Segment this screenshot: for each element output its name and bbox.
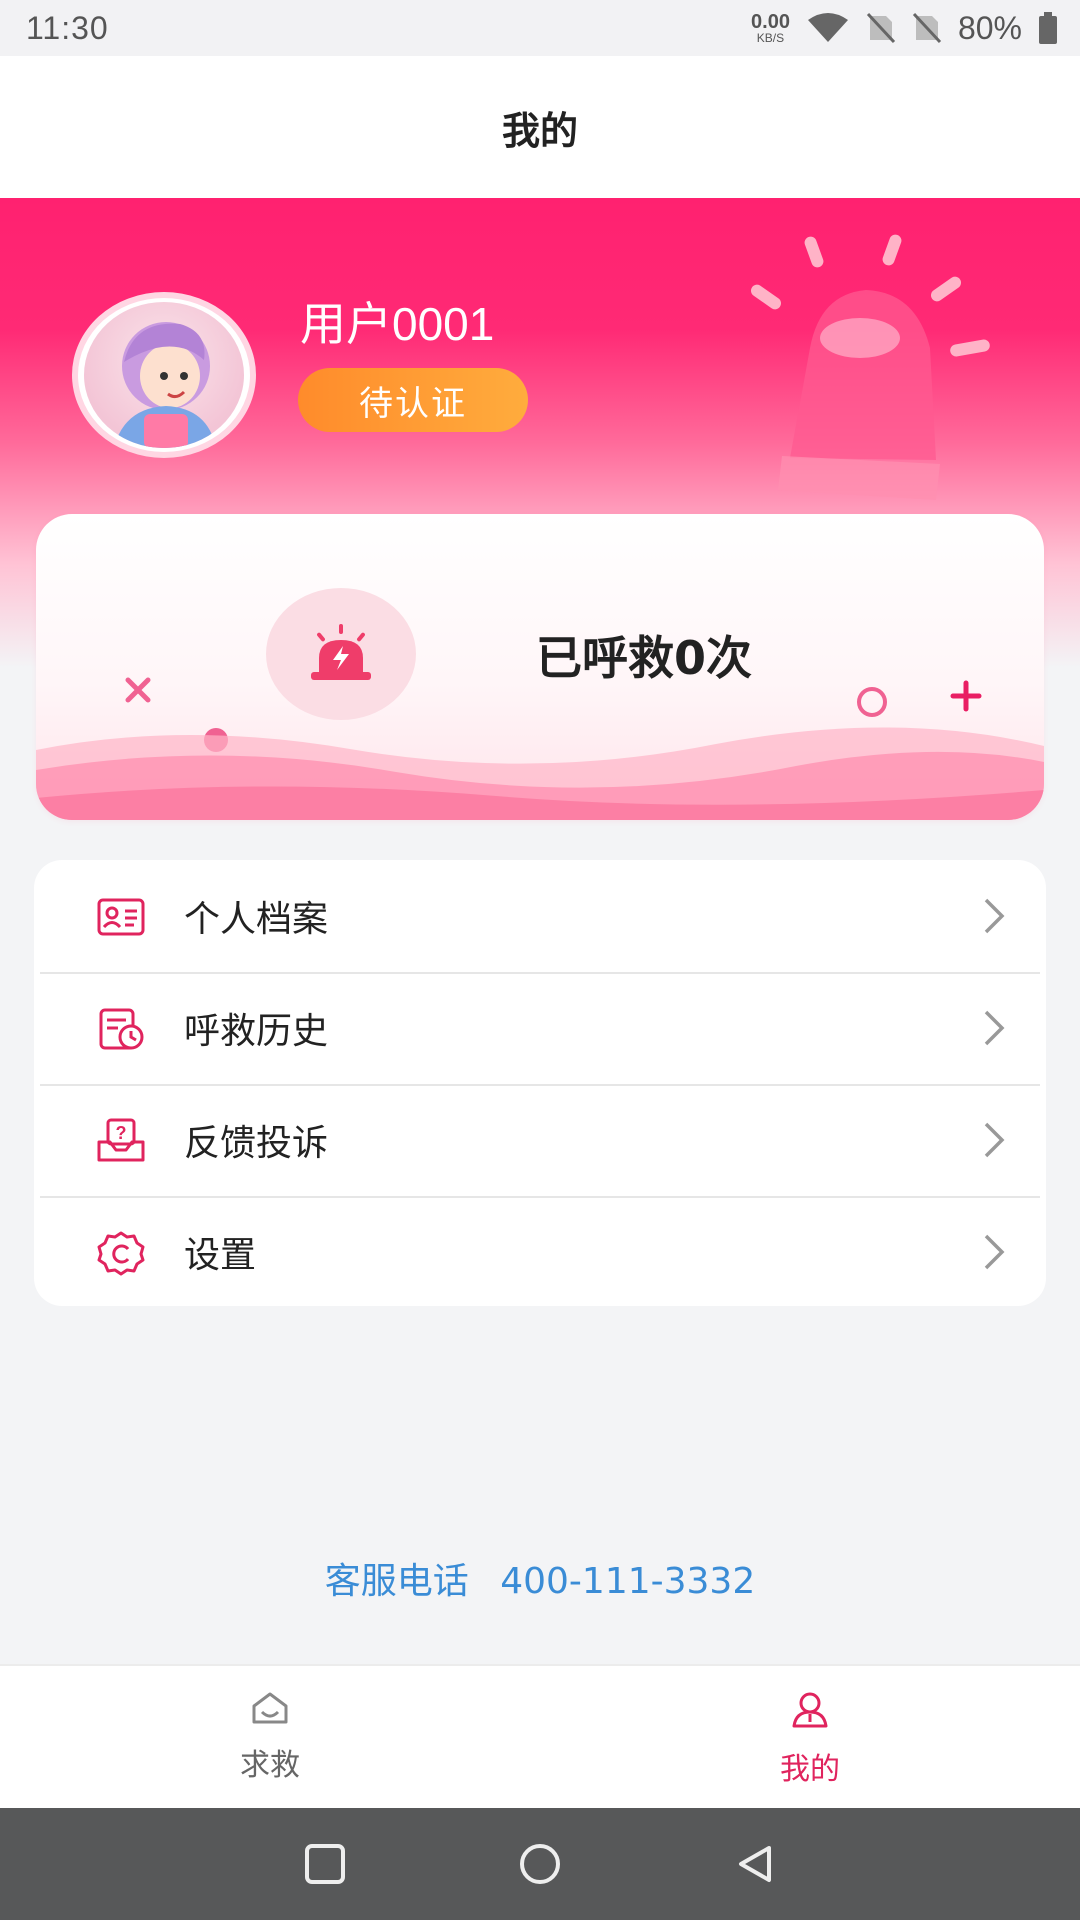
profile-card-icon	[97, 898, 145, 936]
menu-item-label: 呼救历史	[184, 1011, 329, 1052]
tab-label: 求救	[240, 1748, 300, 1783]
feedback-inbox-icon: ?	[97, 1118, 145, 1162]
menu-item-label: 个人档案	[184, 899, 329, 940]
page-header: 我的	[0, 56, 1080, 198]
menu-item-rescue-history[interactable]: 呼救历史	[34, 972, 1046, 1084]
customer-service-phone[interactable]: 400-111-3332	[500, 1561, 755, 1602]
system-navigation-bar	[0, 1808, 1080, 1920]
avatar[interactable]	[72, 292, 256, 458]
avatar-illustration	[84, 302, 244, 448]
status-time: 11:30	[26, 9, 109, 46]
net-speed-value: 0.00	[751, 11, 790, 33]
chevron-right-icon	[984, 898, 1005, 934]
chevron-right-icon	[984, 1122, 1005, 1158]
svg-text:?: ?	[116, 1123, 127, 1143]
history-clock-icon	[99, 1008, 144, 1050]
back-icon[interactable]	[733, 1842, 777, 1886]
status-icons: 0.00 KB/S 80%	[751, 10, 1058, 47]
chevron-right-icon	[984, 1010, 1005, 1046]
menu-list: 个人档案 呼救历史 ? 反馈投诉 设置	[34, 860, 1046, 1306]
no-sim-icon	[912, 12, 942, 44]
no-sim-icon	[866, 12, 896, 44]
status-bar: 11:30 0.00 KB/S 80%	[0, 0, 1080, 56]
rescue-count-card[interactable]: 已呼救0次	[36, 514, 1044, 820]
settings-gear-icon	[97, 1231, 145, 1276]
page-title: 我的	[501, 108, 578, 153]
bottom-tab-bar: 求救 我的	[0, 1664, 1080, 1808]
person-icon	[792, 1692, 828, 1728]
tab-label: 我的	[780, 1752, 840, 1787]
battery-icon	[1039, 12, 1057, 44]
home-icon	[252, 1692, 288, 1724]
plus-decoration-icon	[950, 680, 982, 712]
certification-status-badge[interactable]: 待认证	[298, 368, 528, 432]
home-button-icon[interactable]	[517, 1841, 563, 1887]
menu-item-label: 设置	[184, 1235, 257, 1276]
menu-item-feedback[interactable]: ? 反馈投诉	[34, 1084, 1046, 1196]
customer-service-line[interactable]: 客服电话 400-111-3332	[0, 1552, 1080, 1604]
tab-mine[interactable]: 我的	[540, 1666, 1080, 1808]
net-speed: 0.00 KB/S	[751, 12, 790, 44]
battery-percent: 80%	[957, 9, 1022, 46]
username: 用户0001	[300, 298, 495, 350]
rescue-count-text: 已呼救0次	[536, 631, 753, 685]
customer-service-label: 客服电话	[324, 1561, 469, 1602]
chevron-right-icon	[984, 1234, 1005, 1270]
siren-illustration	[750, 234, 990, 500]
wifi-icon	[807, 13, 848, 42]
recent-apps-icon[interactable]	[303, 1842, 347, 1886]
net-speed-unit: KB/S	[756, 31, 785, 45]
wave-decoration	[36, 727, 1044, 820]
siren-icon-circle	[266, 588, 416, 720]
siren-icon	[311, 624, 371, 680]
menu-item-settings[interactable]: 设置	[34, 1196, 1046, 1306]
tab-rescue[interactable]: 求救	[0, 1666, 540, 1808]
cross-decoration-icon	[125, 677, 151, 703]
menu-item-profile[interactable]: 个人档案	[34, 860, 1046, 972]
menu-item-label: 反馈投诉	[184, 1123, 329, 1164]
